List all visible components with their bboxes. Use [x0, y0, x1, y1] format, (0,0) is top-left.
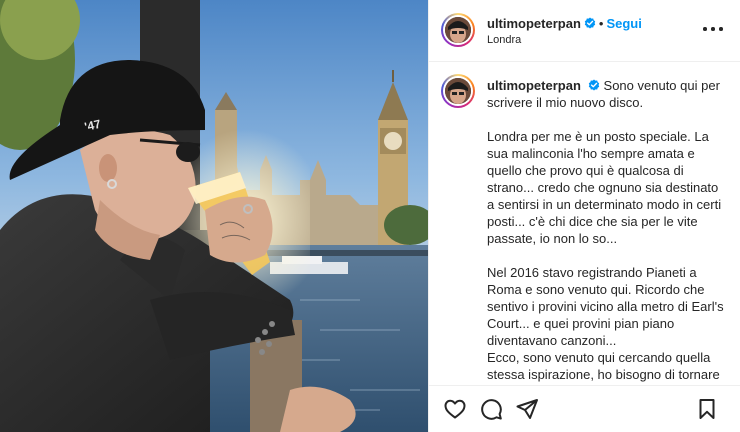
caption-avatar[interactable] — [441, 74, 475, 108]
caption-paragraph-3: Nel 2016 stavo registrando Pianeti a Rom… — [487, 265, 724, 348]
caption-paragraph-2: Londra per me è un posto speciale. La su… — [487, 129, 722, 246]
comments-section[interactable]: ultimopeterpan Sono venuto qui per scriv… — [429, 63, 740, 385]
more-options-icon[interactable] — [701, 22, 725, 36]
header-title-line: ultimopeterpan • Segui — [487, 15, 642, 33]
heart-icon[interactable] — [443, 397, 467, 421]
separator-dot: • — [598, 16, 604, 31]
comment-bubble-icon[interactable] — [479, 397, 503, 421]
bookmark-icon[interactable] — [695, 397, 719, 421]
post-caption: ultimopeterpan Sono venuto qui per scriv… — [487, 77, 727, 385]
verified-badge-icon — [588, 79, 600, 91]
post-header: ultimopeterpan • Segui Londra — [429, 0, 740, 62]
caption-username[interactable]: ultimopeterpan — [487, 78, 581, 93]
post-details-panel: ultimopeterpan • Segui Londra ultimopeter… — [428, 0, 740, 432]
post-image: '47 — [0, 0, 428, 432]
post-photo[interactable]: '47 — [0, 0, 428, 432]
username[interactable]: ultimopeterpan — [487, 16, 581, 31]
avatar-image — [445, 78, 471, 104]
avatar-image — [445, 17, 471, 43]
caption-paragraph-4: Ecco, sono venuto qui cercando quella st… — [487, 350, 720, 385]
paper-plane-icon[interactable] — [515, 397, 539, 421]
avatar[interactable] — [441, 13, 475, 47]
action-bar — [429, 385, 740, 432]
verified-badge-icon — [584, 17, 596, 29]
location-link[interactable]: Londra — [487, 34, 521, 46]
follow-button[interactable]: Segui — [606, 16, 641, 31]
